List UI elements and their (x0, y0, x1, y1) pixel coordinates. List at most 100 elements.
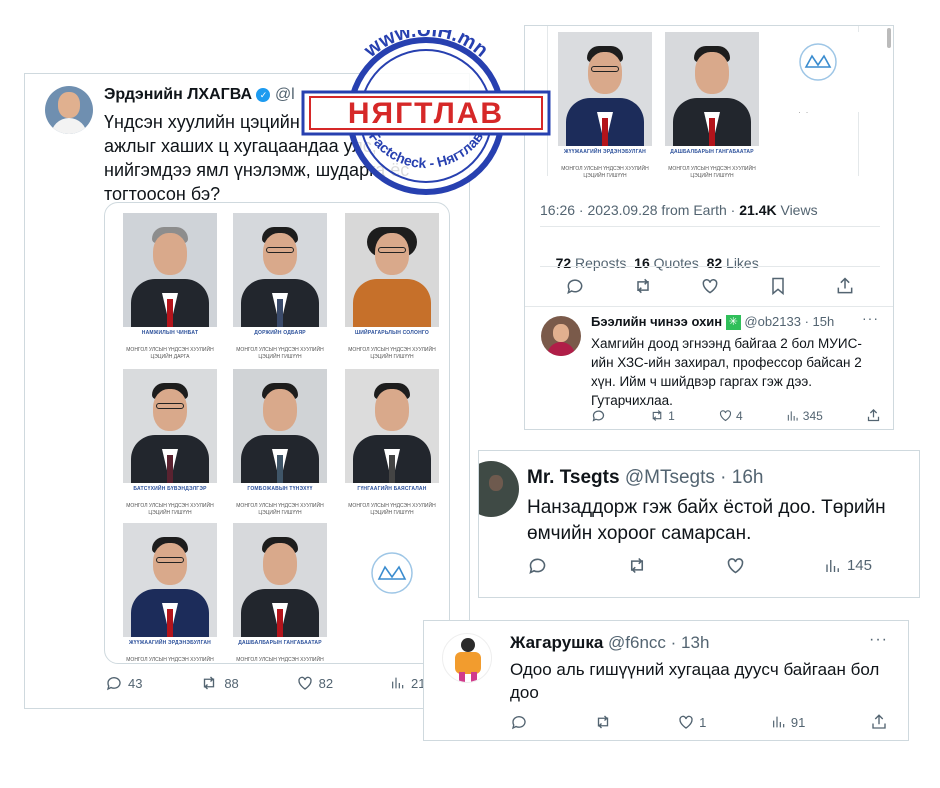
main-tweet-text: Үндсэн хуулийн цэцийн г хариуцлагатай аж… (104, 112, 439, 204)
member-role: МОНГОЛ УЛСЫН ҮНДСЭН ХУУЛИЙН ЦЭЦИЙН ГИШҮҮ… (561, 166, 649, 179)
zhag-views-count: 91 (790, 714, 806, 730)
analytics-icon (826, 559, 839, 572)
like-count: 82 (318, 675, 334, 691)
member-name: ЖҮҮЖААГИЙН ЭРДЭНЭБУЛГАН (564, 149, 646, 155)
member-name: ГОМБОЖАВЫН ТҮНЭХҮҮ (247, 486, 313, 492)
like-button[interactable]: 1 (677, 713, 706, 731)
member-role: МОНГОЛ УЛСЫН ҮНДСЭН ХУУЛИЙН ЦЭЦИЙН ГИШҮҮ… (348, 503, 436, 516)
reposts-label[interactable]: Reposts (571, 255, 634, 271)
tweet-timestamp[interactable]: 16:26 · 2023.09.28 from Earth · 21.4K Vi… (540, 202, 818, 218)
repost-icon[interactable] (633, 276, 653, 296)
views-button[interactable]: 345 (786, 408, 823, 423)
repost-button[interactable]: 88 (199, 674, 239, 692)
member-role: МОНГОЛ УЛСЫН ҮНДСЭН ХУУЛИЙН ЦЭЦИЙН ГИШҮҮ… (236, 657, 324, 663)
heart-icon (679, 715, 693, 729)
member-card: ДАШБАЛБАРЫН ГАНГАБААТАР МОНГОЛ УЛСЫН ҮНД… (230, 523, 330, 663)
more-options-icon[interactable]: ··· (862, 310, 879, 326)
court-logo-icon (799, 43, 837, 81)
bookmark-icon[interactable] (768, 276, 788, 296)
reply-author[interactable]: Бээлийн чинээ охин (591, 314, 722, 329)
main-tweet-handle[interactable]: @l (275, 86, 295, 103)
analytics-icon (772, 716, 785, 728)
reply-icon[interactable] (510, 713, 528, 731)
zhag-handle[interactable]: @f6ncc · 13h (608, 633, 709, 652)
heart-icon (719, 410, 732, 422)
reply-likes-count: 4 (735, 408, 743, 423)
like-button[interactable]: 4 (718, 408, 743, 423)
reply-icon[interactable] (591, 408, 606, 423)
zhag-avatar[interactable] (442, 633, 492, 683)
tsegts-views-count: 145 (846, 557, 872, 574)
member-role: МОНГОЛ УЛСЫН ҮНДСЭН ХУУЛИЙН ЦЭЦИЙН ГИШҮҮ… (126, 657, 214, 663)
repost-icon (204, 676, 215, 690)
views-label: Views (776, 202, 818, 218)
heart-icon (297, 676, 312, 690)
tsegts-avatar[interactable] (479, 461, 519, 517)
more-options-icon[interactable]: ··· (869, 631, 888, 649)
reposts-count[interactable]: 72 (556, 255, 572, 271)
views-button[interactable]: 145 (824, 555, 872, 576)
reply-count: 43 (128, 675, 143, 691)
analytics-icon (392, 677, 404, 689)
tsegts-text: Нанзаддорж гэж байх ёстой доо. Төрийн өм… (527, 497, 886, 544)
repost-icon[interactable] (593, 713, 613, 731)
heart-icon[interactable] (725, 555, 746, 576)
member-role: МОНГОЛ УЛСЫН ҮНДСЭН ХУУЛИЙН ЦЭЦИЙН ГИШҮҮ… (126, 503, 214, 516)
member-name: ГҮНГААГИЙН БАЯСГАЛАН (357, 486, 427, 492)
reply-views-count: 345 (802, 408, 823, 423)
member-card: МОНГОЛ УЛСЫН ҮНДСЭН ХУУЛИЙН ЦЭЦИЙН ГИШҮҮ… (768, 32, 868, 115)
reply-avatar[interactable] (541, 316, 581, 356)
zhag-author[interactable]: Жагарушка (510, 633, 603, 652)
reply-icon[interactable] (527, 555, 548, 576)
share-icon[interactable] (870, 713, 888, 731)
reply-icon (106, 677, 121, 691)
member-card: ЖҮҮЖААГИЙН ЭРДЭНЭБУЛГАН МОНГОЛ УЛСЫН ҮНД… (555, 32, 655, 180)
member-card: ЖҮҮЖААГИЙН ЭРДЭНЭБУЛГАН МОНГОЛ УЛСЫН ҮНД… (120, 523, 220, 663)
reply-card-zhag: Жагарушка @f6ncc · 13h ··· Одоо аль гишү… (423, 620, 909, 741)
reply-icon[interactable] (565, 276, 585, 296)
reply-handle[interactable]: @ob2133 · 15h (744, 314, 834, 329)
main-tweet-avatar[interactable] (45, 86, 93, 134)
reply-card-tsegts: Mr. Tsegts @MTsegts · 16h Нанзаддорж гэж… (478, 450, 920, 598)
member-card: ШИЙРАГАРЬЛЫН СОЛОНГО МОНГОЛ УЛСЫН ҮНДСЭН… (342, 213, 442, 361)
tsegts-author[interactable]: Mr. Tsegts (527, 467, 620, 488)
main-tweet-photo[interactable]: НАМЖИЛЫН ЧИНБАТ МОНГОЛ УЛСЫН ҮНДСЭН ХУУЛ… (104, 202, 450, 664)
main-tweet-card: Эрдэнийн ЛХАГВА ✓ @l Үндсэн хуулийн цэци… (24, 73, 470, 709)
views-button[interactable]: 91 (771, 713, 805, 731)
heart-icon[interactable] (700, 276, 720, 296)
tsegts-handle[interactable]: @MTsegts · 16h (625, 467, 764, 488)
member-card: НАМЖИЛЫН ЧИНБАТ МОНГОЛ УЛСЫН ҮНДСЭН ХУУЛ… (120, 213, 220, 361)
member-name: ДОРЖИЙН ОДБАЯР (254, 330, 306, 336)
repost-button[interactable]: 1 (649, 408, 675, 423)
member-card: ДОРЖИЙН ОДБАЯР МОНГОЛ УЛСЫН ҮНДСЭН ХУУЛИ… (230, 213, 330, 361)
likes-label[interactable]: Likes (722, 255, 759, 271)
repost-icon[interactable] (626, 555, 648, 576)
member-card: ДАШБАЛБАРЫН ГАНГАБААТАР МОНГОЛ УЛСЫН ҮНД… (662, 32, 762, 180)
member-role: МОНГОЛ УЛСЫН ҮНДСЭН ХУУЛИЙН ЦЭЦИЙН ДАРГА (126, 347, 214, 360)
quotes-label[interactable]: Quotes (650, 255, 707, 271)
sparkle-badge-icon: ✳ (725, 315, 741, 331)
reply-button[interactable]: 43 (105, 674, 142, 692)
zhag-text: Одоо аль гишүүний хугацаа дууcч байгаан … (510, 660, 880, 702)
member-card: БАТСҮХИЙН БҮВЭНДЭЛГЭР МОНГОЛ УЛСЫН ҮНДСЭ… (120, 369, 220, 517)
share-icon[interactable] (866, 408, 881, 423)
member-name: БАТСҮХИЙН БҮВЭНДЭЛГЭР (133, 486, 207, 492)
repost-icon (652, 410, 662, 421)
stamp-url: www.UIH.mn (359, 30, 492, 62)
quotes-count[interactable]: 16 (634, 255, 650, 271)
detail-views-count: 21.4K (739, 202, 777, 218)
member-card: ГҮНГААГИЙН БАЯСГАЛАН МОНГОЛ УЛСЫН ҮНДСЭН… (342, 369, 442, 517)
like-button[interactable]: 82 (296, 674, 333, 692)
member-card: ГОМБОЖАВЫН ТҮНЭХҮҮ МОНГОЛ УЛСЫН ҮНДСЭН Х… (230, 369, 330, 517)
zhag-likes-count: 1 (699, 714, 707, 730)
member-name: ДАШБАЛБАРЫН ГАНГАБААТАР (238, 640, 322, 646)
scrollbar[interactable] (887, 28, 891, 48)
verified-badge-icon: ✓ (256, 87, 271, 102)
main-tweet-author[interactable]: Эрдэнийн ЛХАГВА (104, 86, 252, 103)
share-icon[interactable] (835, 276, 855, 296)
member-role: МОНГОЛ УЛСЫН ҮНДСЭН ХУУЛИЙН ЦЭЦИЙН ГИШҮҮ… (348, 347, 436, 360)
member-role: МОНГОЛ УЛСЫН ҮНДСЭН ХУУЛИЙН ЦЭЦИЙН ГИШҮҮ… (236, 347, 324, 360)
likes-count[interactable]: 82 (707, 255, 723, 271)
reply-text: Хамгийн доод эгнээнд байгаа 2 бол МУИС-и… (591, 336, 862, 408)
member-role: МОНГОЛ УЛСЫН ҮНДСЭН ХУУЛИЙН ЦЭЦИЙН ГИШҮҮ… (668, 166, 756, 179)
